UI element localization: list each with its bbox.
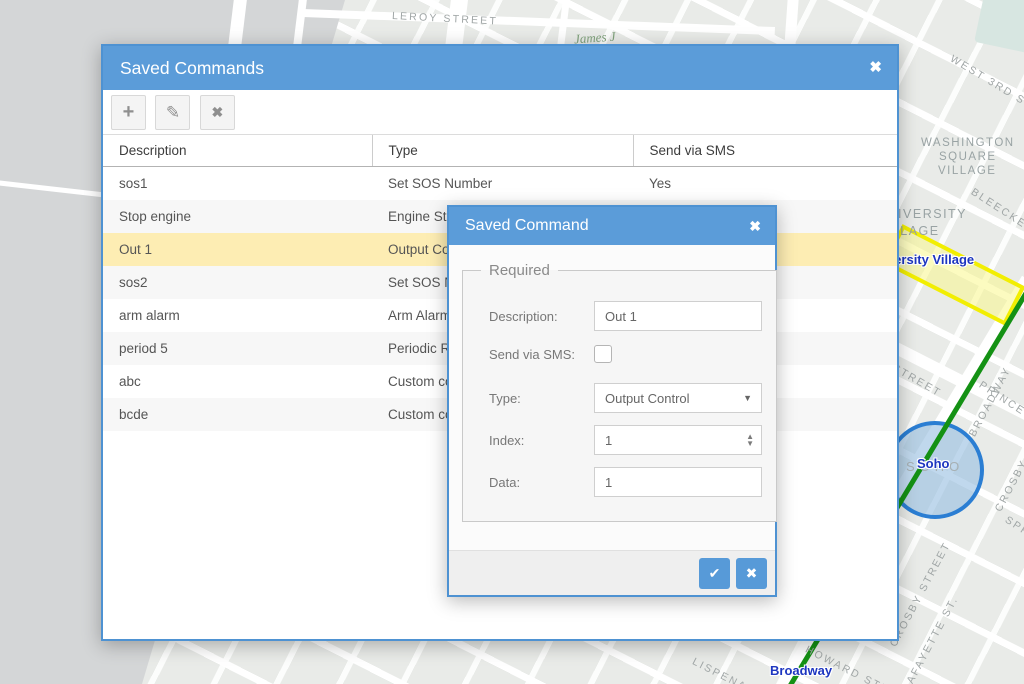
description-label: Description: (489, 309, 594, 324)
description-field[interactable] (594, 301, 762, 331)
cell-type: Set SOS Number (372, 167, 633, 201)
area-label-washington-square-3: VILLAGE (938, 165, 996, 177)
geofence-label-broadway: Broadway (770, 663, 832, 678)
type-label: Type: (489, 391, 594, 406)
data-row: Data: (489, 467, 762, 497)
geofence-label-soho: Soho (917, 456, 950, 471)
chevron-down-icon: ▼ (743, 393, 752, 403)
close-icon[interactable]: ✖ (869, 46, 882, 90)
data-label: Data: (489, 475, 594, 490)
saved-commands-title: Saved Commands (120, 58, 264, 78)
stepper-down-icon[interactable]: ▼ (746, 440, 754, 447)
type-dropdown-value: Output Control (605, 391, 690, 406)
command-dialog-footer: ✔ ✖ (449, 550, 775, 595)
cell-sms: Yes (633, 167, 897, 201)
index-stepper-value: 1 (605, 433, 612, 448)
geofence-university-village[interactable] (883, 224, 1024, 326)
street-label-leroy: LEROY STREET (392, 10, 499, 28)
data-field[interactable] (594, 467, 762, 497)
cancel-button[interactable]: ✖ (736, 558, 767, 589)
edit-command-button[interactable]: ✎ (155, 95, 190, 130)
saved-command-title: Saved Command (465, 217, 589, 234)
street-label-bleecker: BLEECKER STREET (969, 186, 1024, 269)
type-dropdown[interactable]: Output Control ▼ (594, 383, 762, 413)
stepper-arrows[interactable]: ▲ ▼ (746, 433, 754, 447)
saved-command-titlebar: Saved Command ✖ (449, 207, 775, 245)
sms-label: Send via SMS: (489, 347, 594, 362)
app-canvas: LEROY STREET James J WEST 3RD STREET WAS… (0, 0, 1024, 684)
required-fieldset: Required Description: Send via SMS: Type… (462, 262, 777, 522)
add-command-button[interactable]: + (111, 95, 146, 130)
confirm-button[interactable]: ✔ (699, 558, 730, 589)
index-row: Index: 1 ▲ ▼ (489, 425, 762, 455)
cell-description: bcde (103, 398, 372, 431)
cell-description: sos1 (103, 167, 372, 201)
cell-description: period 5 (103, 332, 372, 365)
area-label-washington-square-1: WASHINGTON (921, 137, 1015, 149)
street-label-spring: SPRING STREET (1003, 514, 1024, 586)
saved-commands-titlebar: Saved Commands ✖ (103, 46, 897, 90)
street-label-lispenard: LISPENARD (690, 656, 766, 684)
index-label: Index: (489, 433, 594, 448)
description-row: Description: (489, 301, 762, 331)
cell-description: Out 1 (103, 233, 372, 266)
saved-command-dialog: Saved Command ✖ Required Description: Se… (447, 205, 777, 597)
column-header-description: Description (103, 135, 372, 167)
park-area (974, 0, 1024, 57)
area-label-washington-square-2: SQUARE (939, 151, 997, 163)
cell-description: abc (103, 365, 372, 398)
cell-description: arm alarm (103, 299, 372, 332)
cell-description: sos2 (103, 266, 372, 299)
commands-toolbar: + ✎ ✖ (103, 90, 897, 135)
table-row[interactable]: sos1 Set SOS Number Yes (103, 167, 897, 201)
column-header-type: Type (372, 135, 633, 167)
cell-description: Stop engine (103, 200, 372, 233)
leroy-street-line (303, 9, 775, 35)
column-header-sms: Send via SMS (633, 135, 897, 167)
sms-row: Send via SMS: (489, 345, 762, 363)
delete-command-button[interactable]: ✖ (200, 95, 235, 130)
close-icon[interactable]: ✖ (749, 207, 761, 245)
table-header-row: Description Type Send via SMS (103, 135, 897, 167)
street-label-crosby-a: CROSBY STREET (993, 405, 1024, 514)
type-row: Type: Output Control ▼ (489, 383, 762, 413)
required-legend: Required (481, 262, 558, 279)
sms-checkbox[interactable] (594, 345, 612, 363)
street-label-west-3rd: WEST 3RD STREET (948, 53, 1024, 131)
index-stepper[interactable]: 1 ▲ ▼ (594, 425, 762, 455)
